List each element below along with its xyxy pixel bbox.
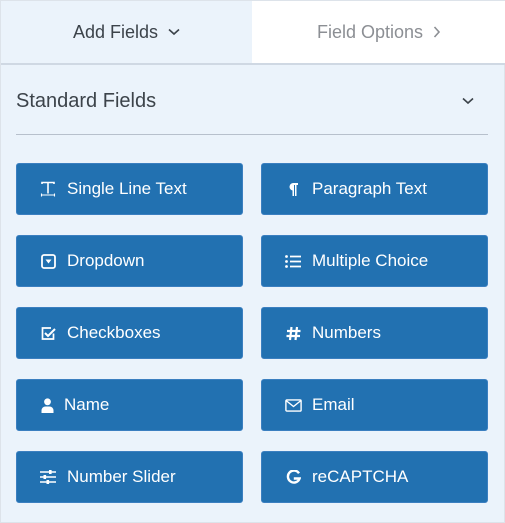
chevron-down-icon [462,97,474,105]
dropdown-icon [39,252,57,270]
tab-add-fields-label: Add Fields [72,21,159,42]
field-button-label: Email [312,395,355,414]
chevron-down-icon [168,28,180,36]
user-icon [41,396,54,414]
field-button-recaptcha[interactable]: reCAPTCHA [261,451,488,503]
checkbox-icon [39,324,57,342]
field-button-label: Dropdown [67,251,145,270]
fields-panel: Add Fields Field Options Standard Fields… [0,0,505,523]
paragraph-icon [284,180,302,198]
list-icon [284,252,302,270]
field-button-label: Multiple Choice [312,251,429,270]
standard-fields-grid: Single Line Text Paragraph Text Dropdown… [16,163,488,503]
envelope-icon [284,396,302,414]
standard-fields-toggle[interactable]: Standard Fields [16,81,488,121]
field-button-label: Numbers [312,323,381,342]
google-icon [284,468,302,486]
field-button-label: reCAPTCHA [312,467,409,486]
sliders-icon [39,468,57,486]
field-button-label: Checkboxes [67,323,161,342]
field-button-number-slider[interactable]: Number Slider [16,451,243,503]
section-divider [16,134,488,135]
field-button-checkboxes[interactable]: Checkboxes [16,307,243,359]
section-title: Standard Fields [16,89,157,112]
hash-icon [284,324,302,342]
field-button-name[interactable]: Name [16,379,243,431]
tab-field-options[interactable]: Field Options [252,1,505,63]
chevron-right-icon [433,26,441,38]
field-button-label: Name [64,395,110,414]
field-button-multiple-choice[interactable]: Multiple Choice [261,235,488,287]
field-button-label: Paragraph Text [312,179,427,198]
field-button-numbers[interactable]: Numbers [261,307,488,359]
panel-tabs: Add Fields Field Options [1,1,505,65]
field-button-paragraph-text[interactable]: Paragraph Text [261,163,488,215]
text-cursor-icon [39,180,57,198]
field-button-label: Number Slider [67,467,176,486]
tab-add-fields[interactable]: Add Fields [1,1,252,63]
field-button-email[interactable]: Email [261,379,488,431]
field-button-label: Single Line Text [67,179,187,198]
field-button-dropdown[interactable]: Dropdown [16,235,243,287]
field-button-single-line-text[interactable]: Single Line Text [16,163,243,215]
tab-field-options-label: Field Options [316,21,424,42]
